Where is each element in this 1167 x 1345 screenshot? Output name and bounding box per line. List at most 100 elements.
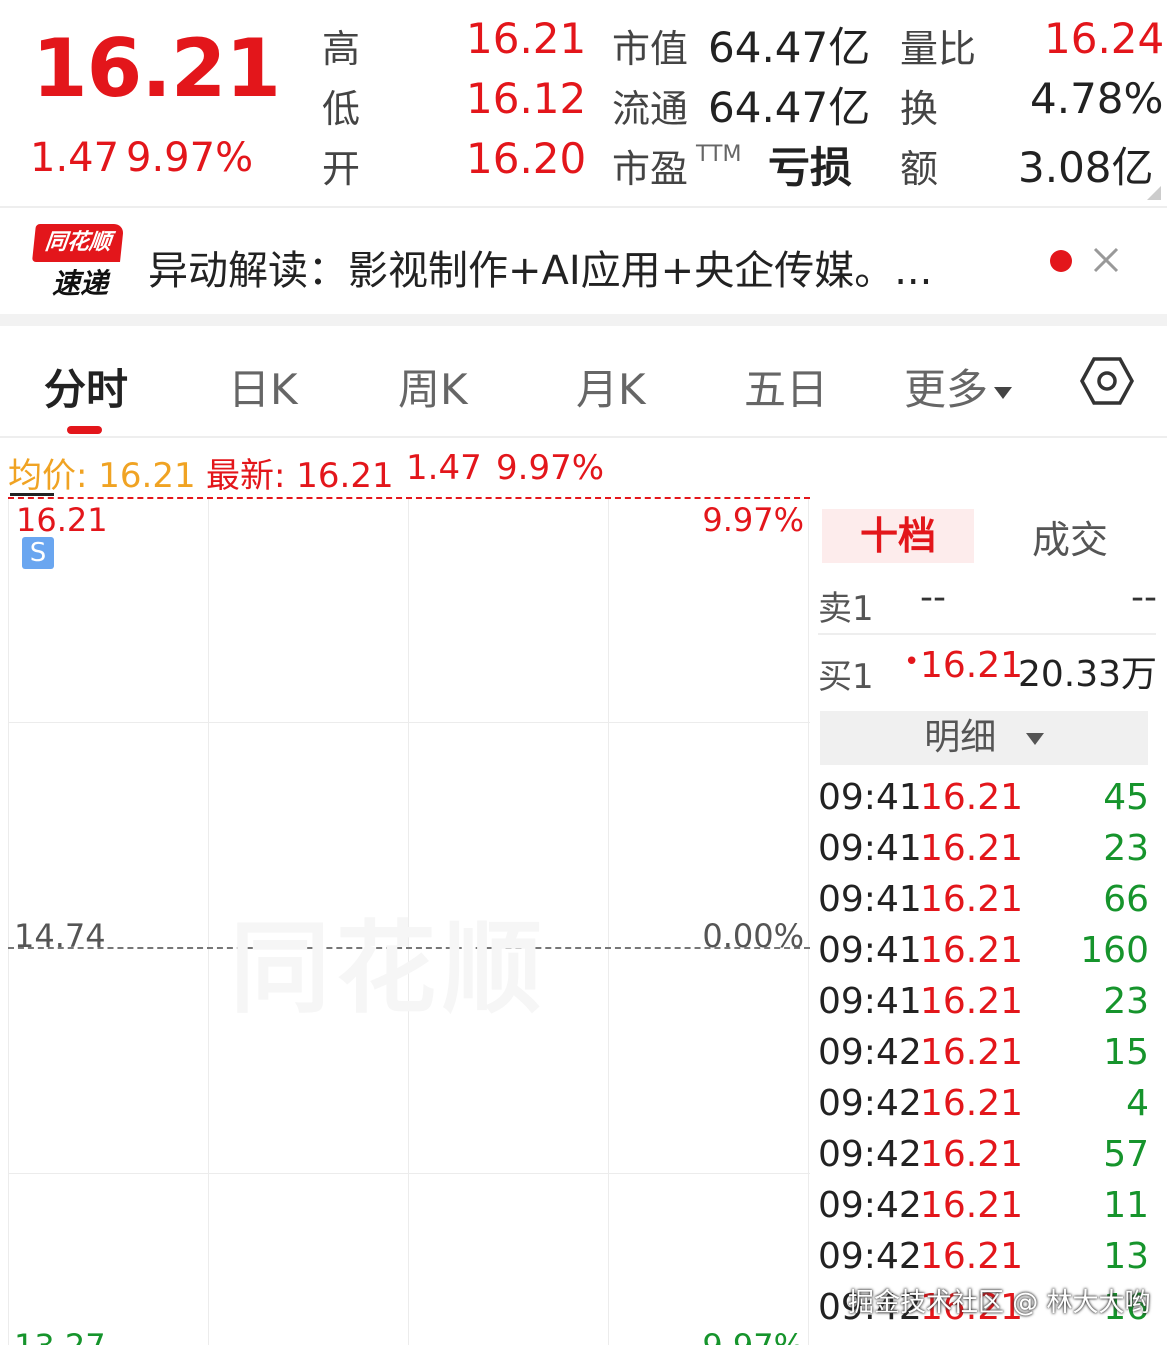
trade-price: 16.21 xyxy=(920,1236,1024,1277)
high-label: 高 xyxy=(322,27,361,71)
pe-value: 亏损 xyxy=(768,143,853,192)
open-value: 16.20 xyxy=(466,134,587,183)
limit-up-line xyxy=(8,497,810,499)
buy1-volume: 20.33万 xyxy=(1017,654,1157,695)
latest-price: 最新: 16.21 xyxy=(206,456,394,496)
pe-ttm-sup: TTM xyxy=(696,142,742,167)
last-price: 16.21 xyxy=(32,22,281,115)
mktcap-value: 64.47亿 xyxy=(708,23,871,72)
trade-price: 16.21 xyxy=(920,1134,1024,1175)
info-change-pct: 9.97% xyxy=(496,448,605,488)
s-badge[interactable]: S xyxy=(22,537,54,569)
detail-dropdown[interactable]: 明细 xyxy=(820,711,1148,765)
chart-tabs: 分时 日K 周K 月K 五日 更多 xyxy=(0,326,1167,436)
quote-header: 16.21 1.47 9.97% 高 低 开 16.21 16.12 16.20… xyxy=(0,0,1167,206)
amount-label: 额 xyxy=(900,147,939,191)
tab-more[interactable]: 更多 xyxy=(904,356,1013,417)
close-icon[interactable] xyxy=(1092,246,1120,274)
avg-price: 均价: 16.21 xyxy=(8,456,196,496)
trade-time: 09:42 xyxy=(818,1032,922,1073)
chevron-down-icon xyxy=(994,386,1013,399)
trade-row: 09:41 16.21 23 xyxy=(812,828,1167,878)
trade-price: 16.21 xyxy=(920,777,1024,818)
trade-price: 16.21 xyxy=(920,879,1024,920)
high-value: 16.21 xyxy=(466,14,587,63)
axis-top-pct: 9.97% xyxy=(702,501,804,539)
vol-ratio-label: 量比 xyxy=(900,27,977,71)
trade-volume: 13 xyxy=(1103,1236,1149,1277)
tab-monthly-k[interactable]: 月K xyxy=(576,356,646,417)
vol-ratio-value: 16.24 xyxy=(1044,14,1165,63)
section-divider xyxy=(0,314,1167,326)
grid-line xyxy=(808,497,809,1345)
trade-row: 09:41 16.21 160 xyxy=(812,930,1167,980)
trade-volume: 4 xyxy=(1126,1083,1149,1124)
axis-bottom-price: 13.27 xyxy=(14,1327,106,1345)
grid-line xyxy=(8,497,9,1345)
trade-price: 16.21 xyxy=(920,981,1024,1022)
corner-indicator xyxy=(1147,186,1161,200)
trade-volume: 11 xyxy=(1103,1185,1149,1226)
footer-watermark: 掘金技术社区 @ 林大大哟 xyxy=(848,1288,1151,1318)
turnover-value: 4.78% xyxy=(1030,74,1164,123)
trade-price: 16.21 xyxy=(920,828,1024,869)
trade-volume: 23 xyxy=(1103,981,1149,1022)
grid-line xyxy=(208,497,209,1345)
grid-line xyxy=(608,497,609,1345)
detail-label: 明细 xyxy=(924,717,997,758)
trade-row: 09:42 16.21 15 xyxy=(812,1032,1167,1082)
axis-mid-price: 14.74 xyxy=(14,917,106,955)
sell1-price: -- xyxy=(920,577,946,618)
trade-time: 09:41 xyxy=(818,777,922,818)
trade-time: 09:41 xyxy=(818,930,922,971)
trade-price: 16.21 xyxy=(920,1032,1024,1073)
trade-volume: 45 xyxy=(1103,777,1149,818)
hexagon-settings-icon[interactable] xyxy=(1080,356,1134,406)
trade-row: 09:42 16.21 11 xyxy=(812,1185,1167,1235)
trade-row: 09:42 16.21 13 xyxy=(812,1236,1167,1286)
order-book-panel: 十档 成交 卖1 -- -- 买1 • 16.21 20.33万 明细 09:4… xyxy=(812,497,1167,1345)
sell1-label: 卖1 xyxy=(818,589,874,629)
trade-row: 09:41 16.21 23 xyxy=(812,981,1167,1031)
price-change-pct: 9.97% xyxy=(126,135,254,181)
trade-time: 09:42 xyxy=(818,1236,922,1277)
active-tab-indicator xyxy=(67,426,102,434)
news-headline[interactable]: 异动解读：影视制作+AI应用+央企传媒。... xyxy=(148,238,932,296)
float-value: 64.47亿 xyxy=(708,83,871,132)
trade-price: 16.21 xyxy=(920,930,1024,971)
trade-time: 09:41 xyxy=(818,828,922,869)
price-marker xyxy=(10,493,54,496)
unread-dot xyxy=(1050,250,1072,272)
trade-time: 09:41 xyxy=(818,981,922,1022)
trade-price: 16.21 xyxy=(920,1185,1024,1226)
grid-line xyxy=(8,722,810,723)
mktcap-label: 市值 xyxy=(612,27,689,71)
buy1-label: 买1 xyxy=(818,657,874,697)
axis-top-price: 16.21 xyxy=(16,501,108,539)
tab-intraday[interactable]: 分时 xyxy=(44,356,128,417)
intraday-chart[interactable]: 同花顺 16.21 9.97% S 14.74 0.00% 13.27 -9.9… xyxy=(8,493,810,1345)
tab-weekly-k[interactable]: 周K xyxy=(398,356,468,417)
tab-five-day[interactable]: 五日 xyxy=(744,356,828,417)
chart-watermark: 同花顺 xyxy=(230,910,548,1027)
sell1-volume: -- xyxy=(1131,577,1157,618)
trade-time: 09:42 xyxy=(818,1185,922,1226)
news-bar[interactable]: 同花顺 速递 异动解读：影视制作+AI应用+央企传媒。... xyxy=(0,208,1167,314)
tab-ten-levels[interactable]: 十档 xyxy=(822,509,974,563)
low-label: 低 xyxy=(322,87,361,131)
trade-row: 09:42 16.21 57 xyxy=(812,1134,1167,1184)
price-change: 1.47 xyxy=(30,135,120,181)
trade-row: 09:41 16.21 45 xyxy=(812,777,1167,827)
trade-volume: 15 xyxy=(1103,1032,1149,1073)
divider xyxy=(0,436,1167,438)
tab-trades[interactable]: 成交 xyxy=(1032,509,1108,564)
tab-more-label: 更多 xyxy=(904,365,989,414)
pe-label: 市盈 xyxy=(612,147,689,191)
grid-line xyxy=(8,1173,810,1174)
ths-express-logo: 同花顺 速递 xyxy=(32,224,124,304)
logo-bottom-text: 速递 xyxy=(51,267,108,300)
tab-daily-k[interactable]: 日K xyxy=(228,356,298,417)
divider xyxy=(818,633,1156,635)
open-label: 开 xyxy=(322,147,361,191)
logo-top-text: 同花顺 xyxy=(32,224,124,262)
